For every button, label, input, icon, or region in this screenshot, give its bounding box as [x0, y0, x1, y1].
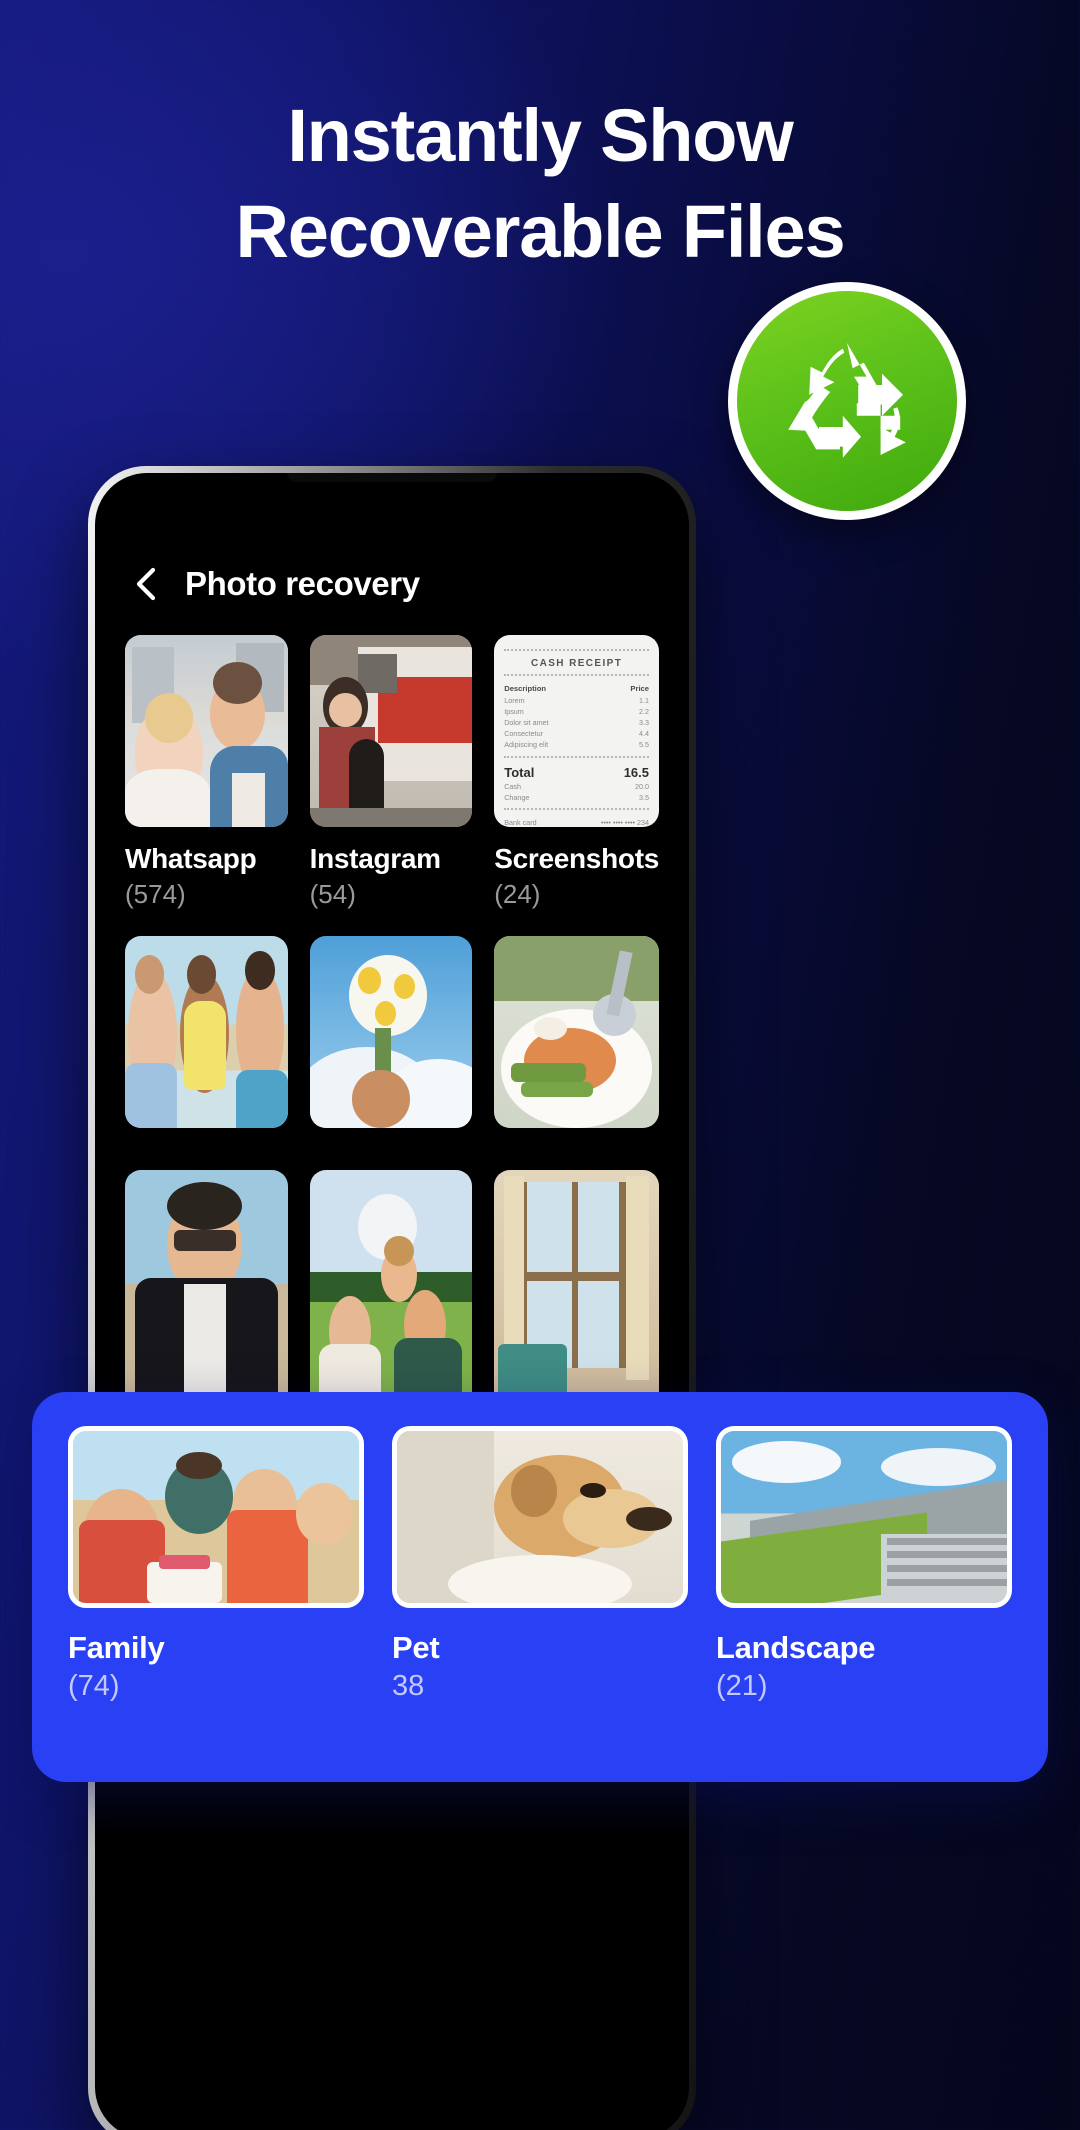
beach-friends-photo-thumb[interactable] — [125, 936, 288, 1128]
receipt-col-price: Price — [630, 684, 649, 693]
receipt-change-label: Change — [504, 792, 530, 802]
woman-tram-photo-thumb[interactable] — [309, 635, 473, 827]
highlight-item-count: (74) — [68, 1670, 120, 1702]
grid-item-salmon-dish[interactable] — [494, 936, 659, 1144]
receipt-line-price: 5.5 — [639, 740, 649, 750]
highlight-item-landscape[interactable]: Landscape (21) — [716, 1426, 1012, 1703]
grid-item-whatsapp[interactable]: Whatsapp (574) — [125, 635, 288, 910]
receipt-line-name: Dolor sit amet — [504, 718, 549, 728]
app-title: Photo recovery — [185, 565, 420, 602]
receipt-line-name: Consectetur — [504, 729, 543, 739]
grid-item-instagram[interactable]: Instagram (54) — [309, 635, 473, 910]
grid-item-count: (574) — [125, 879, 186, 909]
receipt-title: CASH RECEIPT — [530, 658, 623, 669]
daisies-photo-thumb[interactable] — [309, 936, 473, 1128]
receipt-line-price: 2.2 — [639, 706, 649, 716]
phone-mockup: Photo recovery Whatsapp (574) Instagram … — [88, 466, 696, 2130]
highlight-item-count: (21) — [716, 1670, 768, 1702]
grid-item-daisies[interactable] — [309, 936, 473, 1144]
highlight-card: Family (74) Pet 38 Landscape (21) — [32, 1392, 1048, 1782]
receipt-line-price: 4.4 — [639, 729, 649, 739]
recycle-badge — [728, 282, 966, 520]
receipt-line-name: Lorem — [504, 695, 525, 705]
highlight-item-label: Pet — [392, 1630, 440, 1665]
receipt-bank-value: •••• •••• •••• 234 — [600, 817, 649, 827]
receipt-total-value: 16.5 — [623, 764, 649, 780]
salmon-dish-photo-thumb[interactable] — [494, 936, 659, 1128]
highlight-item-count: 38 — [392, 1670, 425, 1702]
cash-receipt-photo-thumb[interactable]: CASH RECEIPT Description Price Lorem 1.1 … — [494, 635, 659, 827]
grid-item-label: Whatsapp — [125, 843, 257, 874]
chevron-left-icon[interactable] — [129, 567, 163, 601]
grid-item-count: (24) — [494, 879, 541, 909]
grid-item-label: Screenshots — [494, 843, 659, 874]
family-birthday-photo-thumb[interactable] — [68, 1426, 364, 1608]
receipt-line-price: 3.3 — [639, 718, 649, 728]
phone-screen: Photo recovery Whatsapp (574) Instagram … — [95, 473, 689, 2130]
receipt-col-description: Description — [504, 684, 546, 693]
receipt-cash-value: 20.0 — [635, 781, 649, 791]
grid-item-count: (54) — [309, 879, 356, 909]
receipt-line-price: 1.1 — [639, 695, 649, 705]
grid-item-screenshots[interactable]: CASH RECEIPT Description Price Lorem 1.1 … — [494, 635, 659, 910]
receipt-line-name: Ipsum — [504, 706, 524, 716]
recycle-icon — [777, 329, 917, 474]
highlight-item-pet[interactable]: Pet 38 — [392, 1426, 688, 1703]
receipt-total-label: Total — [504, 764, 535, 780]
photo-grid: Whatsapp (574) Instagram (54) CASH RECEI… — [95, 603, 689, 1486]
receipt-change-value: 3.5 — [639, 792, 649, 802]
phone-notch — [287, 473, 497, 482]
headline-line-2: Recoverable Files — [235, 190, 846, 274]
cash-receipt: CASH RECEIPT Description Price Lorem 1.1 … — [494, 635, 659, 827]
highlight-item-label: Family — [68, 1630, 165, 1665]
receipt-bank-label: Bank card — [504, 817, 537, 827]
receipt-line-name: Adipiscing elit — [504, 740, 549, 750]
grid-item-label: Instagram — [309, 843, 441, 874]
page-title: Instantly Show Recoverable Files — [0, 88, 1080, 280]
highlight-item-label: Landscape — [716, 1630, 876, 1665]
highlight-grid: Family (74) Pet 38 Landscape (21) — [68, 1426, 1012, 1703]
receipt-cash-label: Cash — [504, 781, 521, 791]
puppy-photo-thumb[interactable] — [392, 1426, 688, 1608]
grid-item-beach-friends[interactable] — [125, 936, 288, 1144]
green-roof-building-photo-thumb[interactable] — [716, 1426, 1012, 1608]
headline-line-1: Instantly Show — [287, 94, 794, 177]
highlight-item-family[interactable]: Family (74) — [68, 1426, 364, 1703]
app-header: Photo recovery — [95, 473, 689, 603]
couple-photo-thumb[interactable] — [125, 635, 288, 827]
